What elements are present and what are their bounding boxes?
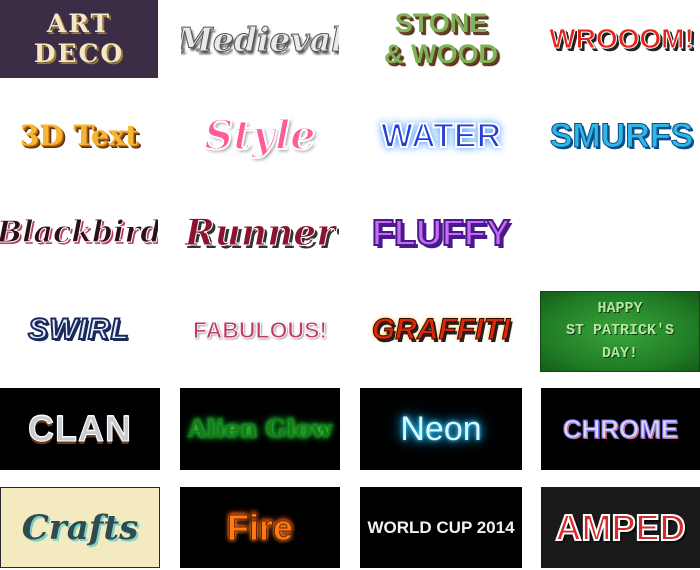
tile-label: Medieval [181, 19, 339, 59]
tile-label: WATER [380, 117, 502, 155]
tile-label: SMURFS [549, 117, 694, 155]
tile-fabulous[interactable]: FABULOUS! [181, 291, 339, 369]
tile-label: Style [203, 112, 316, 159]
tile-style[interactable]: Style [181, 97, 339, 175]
tile-label: AMPED [554, 506, 686, 548]
tile-wrooom[interactable]: WROOOM! [543, 0, 700, 78]
tile-label: 3D Text [19, 119, 139, 152]
tile-swirl[interactable]: SWIRL [0, 291, 158, 369]
tile-st-patricks-day[interactable]: HAPPY ST PATRICK'S DAY! [540, 291, 700, 372]
tile-label: Alien Glow [187, 414, 333, 443]
tile-label: CLAN [28, 408, 132, 449]
tile-label: STONE & WOOD [384, 7, 498, 69]
tile-label: Crafts [21, 507, 139, 548]
tile-stone-wood[interactable]: STONE & WOOD [362, 0, 520, 78]
tile-amped[interactable]: AMPED [541, 487, 700, 568]
tile-label: GRAFFITI [371, 313, 511, 346]
tile-label: HAPPY ST PATRICK'S DAY! [565, 299, 675, 362]
tile-fluffy[interactable]: FLUFFY [362, 194, 520, 272]
tile-world-cup-2014[interactable]: WORLD CUP 2014 [360, 487, 522, 568]
tile-fire[interactable]: Fire [180, 487, 340, 568]
tile-art-deco[interactable]: ART DECO [0, 0, 158, 78]
tile-label: Fire [226, 506, 294, 548]
tile-alien-glow[interactable]: Alien Glow [180, 388, 340, 470]
tile-smurfs[interactable]: SMURFS [543, 97, 700, 175]
tile-neon[interactable]: Neon [360, 388, 522, 470]
tile-3d-text[interactable]: 3D Text [0, 97, 158, 175]
tile-label: FLUFFY [371, 212, 511, 253]
tile-label: WROOOM! [549, 23, 695, 54]
tile-blackbird[interactable]: Blackbird [0, 194, 158, 272]
tile-runner[interactable]: Runner [181, 194, 339, 272]
tile-label: Blackbird [0, 215, 158, 250]
tile-clan[interactable]: CLAN [0, 388, 160, 470]
tile-crafts[interactable]: Crafts [0, 487, 160, 568]
tile-label: ART DECO [33, 9, 125, 68]
tile-label: Runner [184, 212, 336, 254]
tile-label: WORLD CUP 2014 [367, 518, 515, 537]
text-effect-gallery: ART DECO Medieval STONE & WOOD WROOOM! 3… [0, 0, 700, 570]
tile-chrome[interactable]: CHROME [541, 388, 700, 470]
tile-label: CHROME [562, 414, 679, 444]
tile-label: Neon [400, 410, 482, 448]
tile-medieval[interactable]: Medieval [181, 0, 339, 78]
tile-graffiti[interactable]: GRAFFITI [362, 291, 520, 369]
tile-label: SWIRL [27, 313, 130, 346]
tile-water[interactable]: WATER [362, 97, 520, 175]
tile-label: FABULOUS! [192, 316, 328, 343]
